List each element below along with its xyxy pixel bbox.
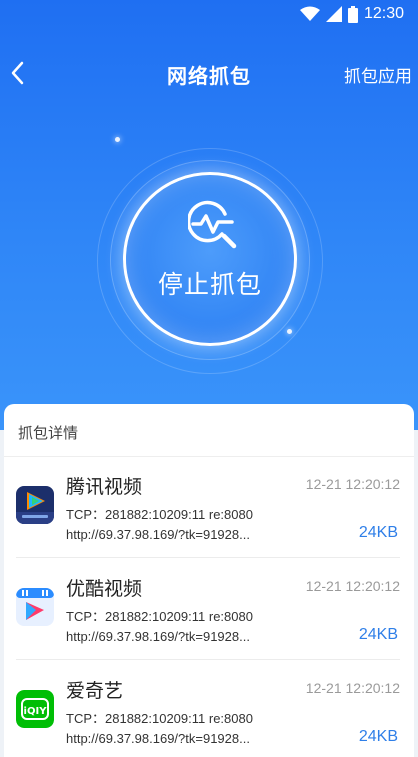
app-name: 爱奇艺 xyxy=(66,680,124,702)
packet-search-icon xyxy=(188,200,237,249)
list-item[interactable]: 腾讯视频 12-21 12:20:12 TCP：281882:10209:11 … xyxy=(4,456,414,558)
capture-time: 12-21 12:20:12 xyxy=(305,476,400,492)
youku-icon xyxy=(16,588,54,626)
wifi-icon xyxy=(299,6,320,21)
request-url: http://69.37.98.169/?tk=91928... xyxy=(66,527,250,542)
battery-icon xyxy=(347,5,358,23)
capture-time: 12-21 12:20:12 xyxy=(305,578,400,594)
capture-time: 12-21 12:20:12 xyxy=(305,680,400,696)
capture-apps-link[interactable]: 抓包应用 xyxy=(344,62,412,87)
sparkle-dot xyxy=(115,137,120,142)
request-url: http://69.37.98.169/?tk=91928... xyxy=(66,629,250,644)
tcp-info: TCP：281882:10209:11 re:8080 xyxy=(66,609,253,624)
details-title: 抓包详情 xyxy=(18,424,79,442)
packet-size: 24KB xyxy=(358,728,398,745)
list-item[interactable]: iQIY 爱奇艺 12-21 12:20:12 TCP：281882:10209… xyxy=(4,660,414,757)
packet-size: 24KB xyxy=(358,524,398,541)
list-item[interactable]: 优酷视频 12-21 12:20:12 TCP：281882:10209:11 … xyxy=(4,558,414,660)
stop-capture-button[interactable]: 停止抓包 xyxy=(123,172,297,346)
app-name: 优酷视频 xyxy=(66,578,143,600)
svg-text:iQIY: iQIY xyxy=(24,706,48,717)
cellular-signal-icon xyxy=(325,6,342,22)
app-name: 腾讯视频 xyxy=(66,476,143,498)
status-bar: 12:30 xyxy=(0,0,418,28)
packet-size: 24KB xyxy=(358,626,398,643)
header-panel: 12:30 网络抓包 抓包应用 停止抓包 xyxy=(0,0,418,430)
capture-details-card: 抓包详情 腾讯视频 12-21 12:20:12 TCP：281882:1020… xyxy=(4,404,414,757)
tcp-info: TCP：281882:10209:11 re:8080 xyxy=(66,711,253,726)
status-time: 12:30 xyxy=(363,5,404,22)
request-url: http://69.37.98.169/?tk=91928... xyxy=(66,731,250,746)
tencent-video-icon xyxy=(16,486,54,524)
iqiyi-icon: iQIY xyxy=(16,690,54,728)
stop-capture-label: 停止抓包 xyxy=(157,270,262,299)
tcp-info: TCP：281882:10209:11 re:8080 xyxy=(66,507,253,522)
nav-bar: 网络抓包 抓包应用 xyxy=(0,50,418,98)
